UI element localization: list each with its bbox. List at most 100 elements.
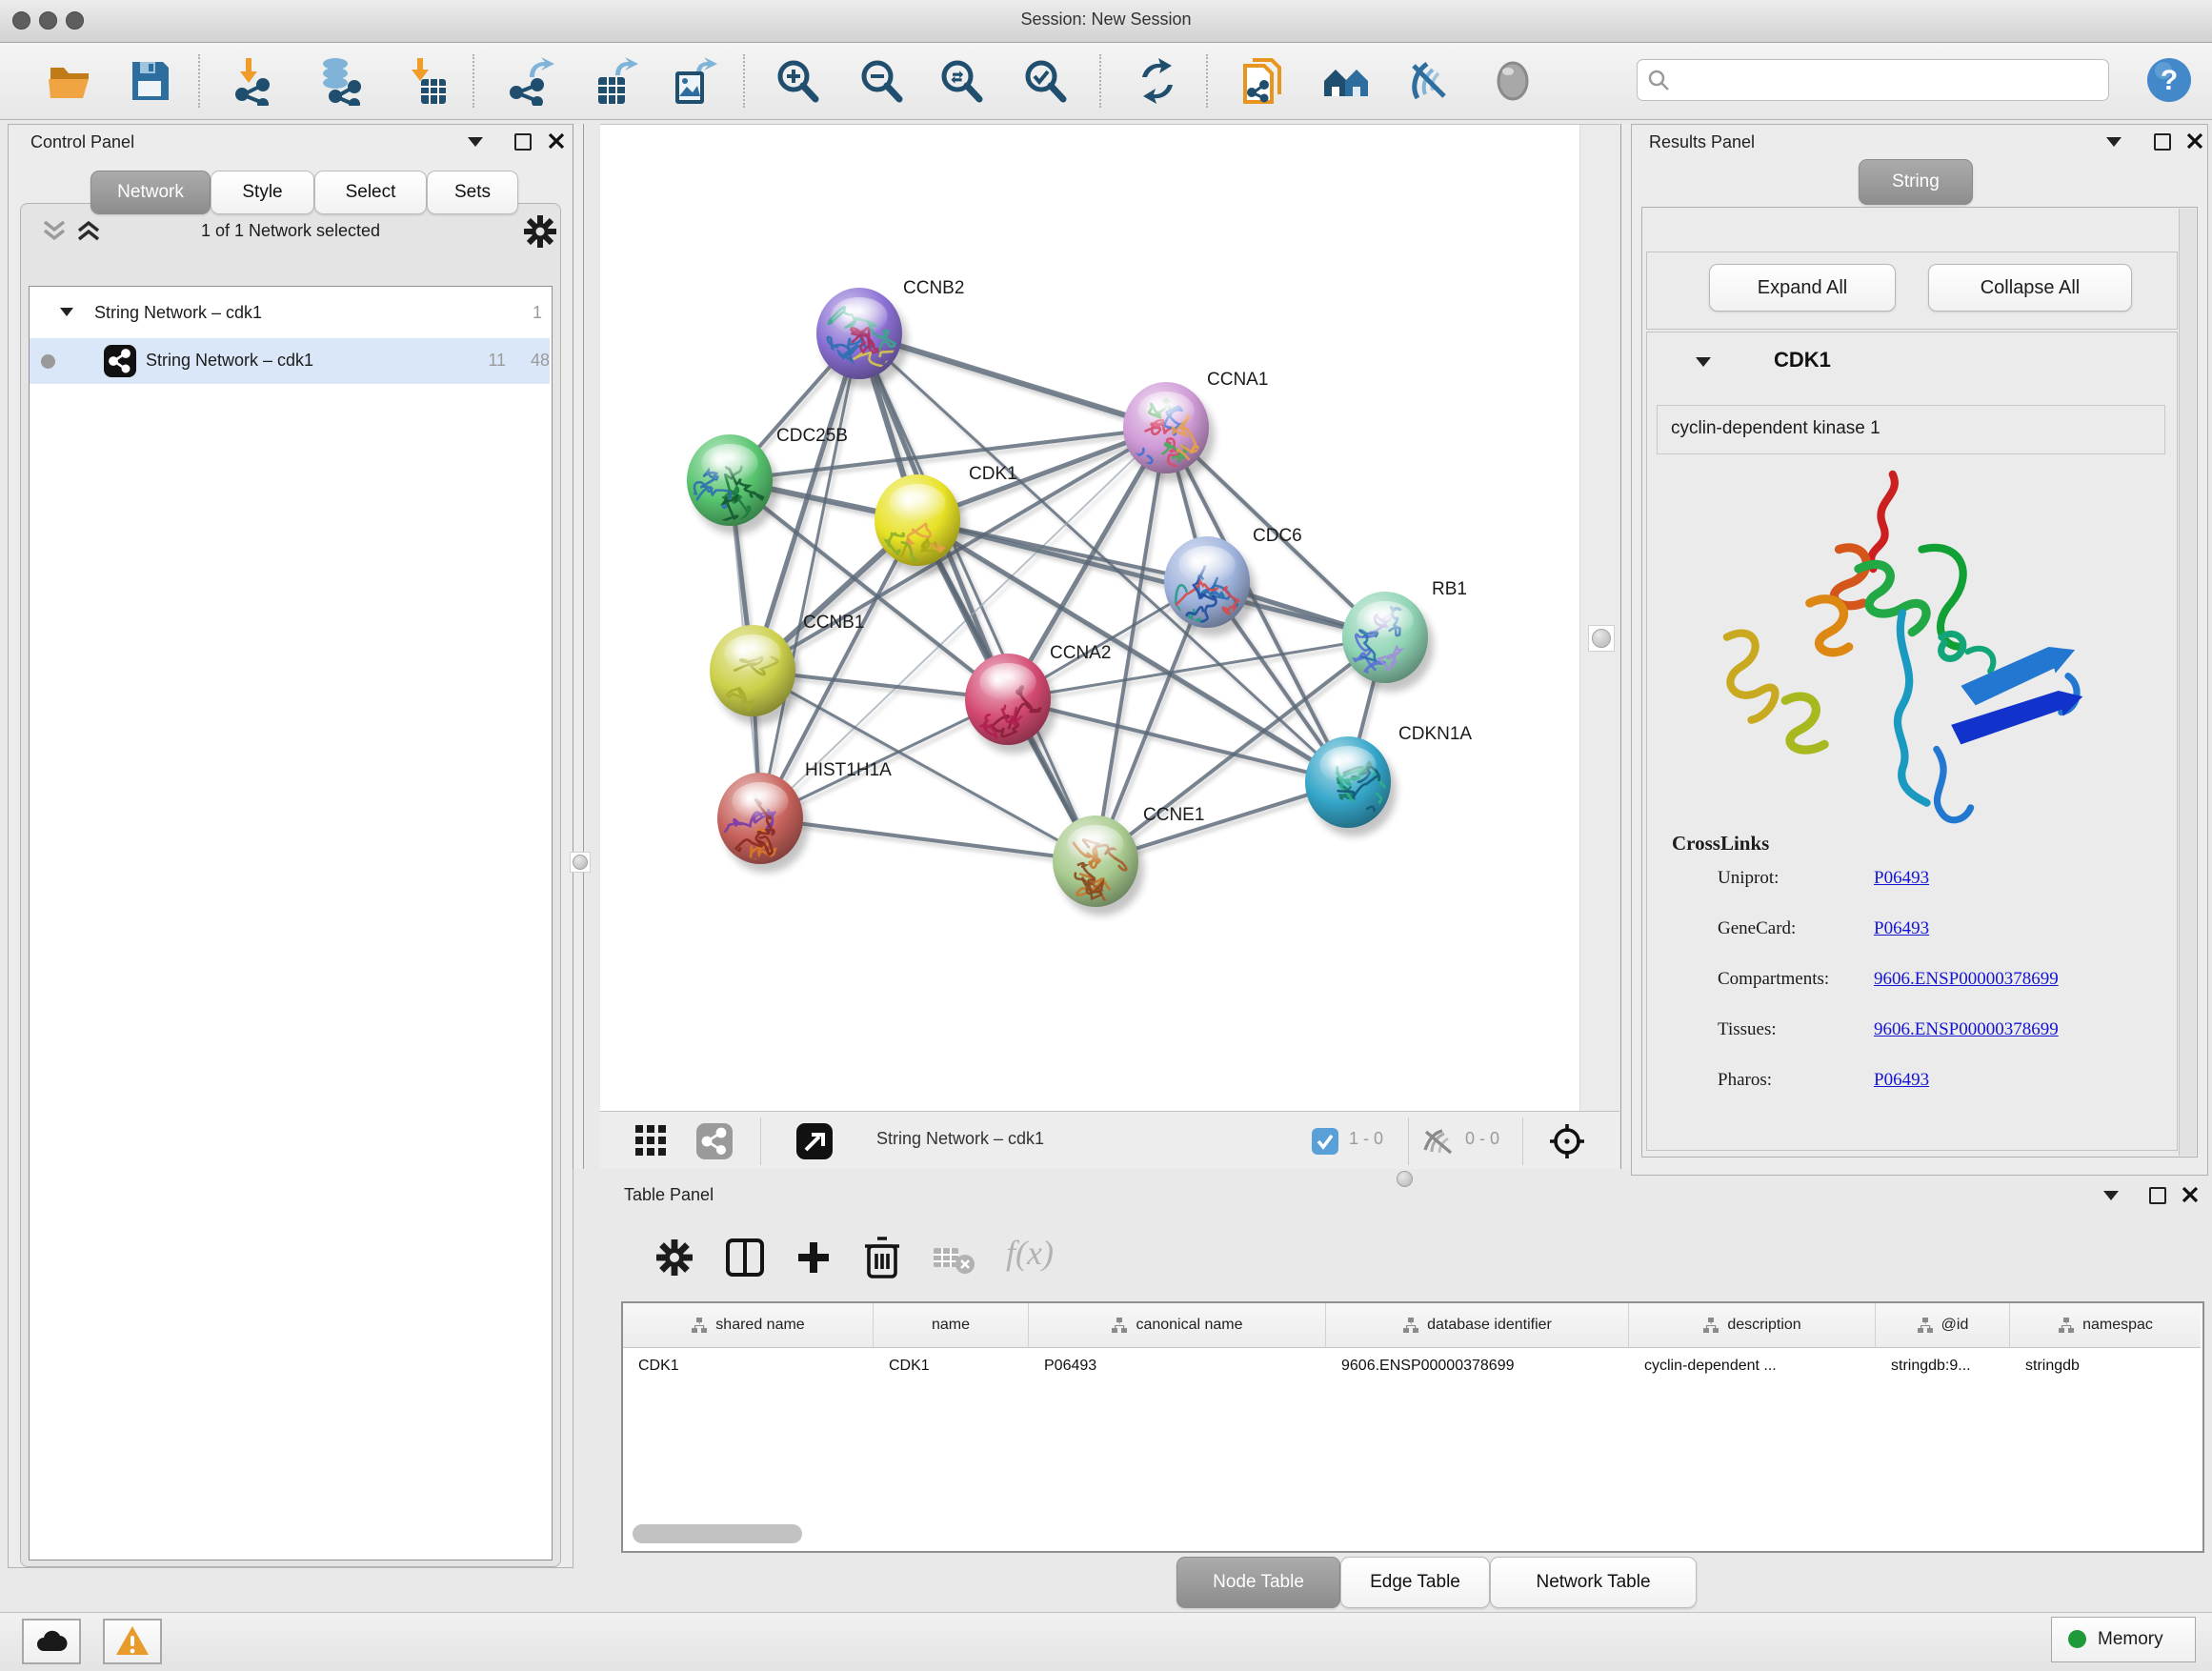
gene-section-expand-icon[interactable] [1696,357,1711,367]
open-session-icon[interactable] [45,56,94,106]
close-panel-icon[interactable] [548,132,565,150]
cell-name[interactable]: CDK1 [874,1347,1029,1389]
network-row-selected[interactable]: String Network – cdk1 11 48 [30,338,550,384]
tab-style-label: Style [242,182,282,202]
crosslink-label: GeneCard: [1718,918,1796,939]
left-splitter[interactable] [573,124,584,1169]
collection-expand-icon[interactable] [60,308,73,316]
tab-node-table[interactable]: Node Table [1176,1557,1340,1608]
crosslinks-title: CrossLinks [1672,832,1769,856]
search-input[interactable] [1637,59,2109,101]
network-scrollbar-track[interactable] [1579,125,1620,1111]
tab-edge-table[interactable]: Edge Table [1340,1557,1490,1608]
column-header-namespace[interactable]: namespac [2010,1303,2201,1347]
node-label-ccne1: CCNE1 [1143,805,1204,825]
delete-column-icon[interactable] [861,1235,903,1280]
collapse-all-button[interactable]: Collapse All [1928,264,2132,312]
splitter-handle[interactable] [570,852,591,873]
tab-string-results[interactable]: String [1859,159,1973,205]
grid-view-icon[interactable] [635,1125,668,1158]
hidden-eye-icon [1421,1127,1456,1156]
string-results-content: Expand All Collapse All CDK1 cyclin-depe… [1641,207,2198,1158]
refresh-layout-icon[interactable] [1133,56,1182,106]
tab-style[interactable]: Style [211,171,314,214]
column-header-description[interactable]: description [1629,1303,1876,1347]
import-network-icon[interactable] [231,56,280,106]
import-network-database-icon[interactable] [314,56,364,106]
expand-all-button[interactable]: Expand All [1709,264,1896,312]
selected-checkbox-icon[interactable] [1312,1128,1338,1155]
fit-selected-crosshair-icon[interactable] [1548,1122,1586,1160]
tab-sets[interactable]: Sets [427,171,518,214]
cell-shared-name[interactable]: CDK1 [623,1347,874,1389]
column-tree-icon [1917,1317,1934,1334]
export-image-icon[interactable] [668,56,717,106]
table-options-gear-icon[interactable] [655,1238,694,1277]
collapse-all-label: Collapse All [1981,277,2081,298]
crosslink-tissues-link[interactable]: 9606.ENSP00000378699 [1874,1019,2059,1040]
cell-namespace[interactable]: stringdb [2010,1347,2201,1389]
crosslink-pharos-link[interactable]: P06493 [1874,1070,1929,1091]
cell-description[interactable]: cyclin-dependent ... [1629,1347,1876,1389]
table-hscrollbar-thumb[interactable] [633,1524,802,1543]
home-networks-icon[interactable] [1321,56,1371,106]
toolbar-separator [1206,54,1208,108]
network-canvas[interactable]: CCNB2CCNA1CDC25BCDK1CDC6RB1CCNB1CCNA2CDK… [600,125,1619,1111]
float-panel-icon[interactable] [2154,133,2171,151]
export-table-icon[interactable] [591,56,640,106]
column-header-shared-name[interactable]: shared name [623,1303,874,1347]
save-session-icon[interactable] [125,56,174,106]
column-header-name[interactable]: name [874,1303,1029,1347]
toolbar-separator [473,54,474,108]
export-network-icon[interactable] [507,56,556,106]
memory-label: Memory [2098,1629,2163,1650]
results-scrollbar-track[interactable] [2179,209,2196,1156]
node-label-hist1h1a: HIST1H1A [805,760,892,780]
column-label: canonical name [1136,1317,1242,1334]
help-icon[interactable]: ? [2144,55,2194,105]
crosslink-label: Pharos: [1718,1070,1772,1091]
network-options-gear-icon[interactable] [524,215,556,248]
import-table-icon[interactable] [402,56,452,106]
zoom-selected-icon[interactable] [1021,56,1071,106]
warning-status-button[interactable] [103,1619,162,1664]
cell-database-identifier[interactable]: 9606.ENSP00000378699 [1326,1347,1629,1389]
memory-button[interactable]: Memory [2051,1617,2196,1662]
close-panel-icon[interactable] [2182,1186,2199,1203]
crosslink-genecard-link[interactable]: P06493 [1874,918,1929,939]
show-hide-graphics-icon[interactable] [1404,56,1454,106]
tab-network[interactable]: Network [90,171,211,214]
zoom-in-icon[interactable] [774,56,823,106]
cell-canonical-name[interactable]: P06493 [1029,1347,1326,1389]
network-scrollbar-thumb[interactable] [1588,625,1615,652]
crosslink-uniprot-link[interactable]: P06493 [1874,868,1929,889]
tab-network-table[interactable]: Network Table [1490,1557,1697,1608]
collapse-panel-icon[interactable] [2103,1191,2119,1200]
birds-eye-view-icon[interactable] [1488,56,1538,106]
float-panel-icon[interactable] [2149,1187,2166,1204]
tab-network-label: Network [117,182,184,202]
collapse-panel-icon[interactable] [2106,137,2122,147]
cloud-status-button[interactable] [22,1619,81,1664]
birdseye-toggle-icon[interactable] [796,1123,833,1159]
network-view[interactable]: CCNB2CCNA1CDC25BCDK1CDC6RB1CCNB1CCNA2CDK… [600,124,1619,1170]
table-hscrollbar-track[interactable] [625,1524,2197,1545]
network-collection-row[interactable]: String Network – cdk1 1 [30,292,550,338]
column-header-canonical-name[interactable]: canonical name [1029,1303,1326,1347]
crosslink-compartments-link[interactable]: 9606.ENSP00000378699 [1874,969,2059,990]
close-panel-icon[interactable] [2186,132,2203,150]
expand-collapse-row: Expand All Collapse All [1646,252,2178,330]
show-columns-icon[interactable] [724,1237,766,1278]
zoom-fit-icon[interactable] [937,56,987,106]
open-in-string-icon[interactable] [1237,56,1287,106]
column-header-id[interactable]: @id [1876,1303,2010,1347]
add-column-icon[interactable] [794,1238,833,1277]
zoom-out-icon[interactable] [857,56,907,106]
column-header-database-identifier[interactable]: database identifier [1326,1303,1629,1347]
float-panel-icon[interactable] [514,133,532,151]
tab-select[interactable]: Select [314,171,427,214]
table-row[interactable]: CDK1 CDK1 P06493 9606.ENSP00000378699 cy… [623,1347,2201,1389]
string-view-icon[interactable] [696,1123,733,1159]
cell-id[interactable]: stringdb:9... [1876,1347,2010,1389]
collapse-panel-icon[interactable] [468,137,483,147]
